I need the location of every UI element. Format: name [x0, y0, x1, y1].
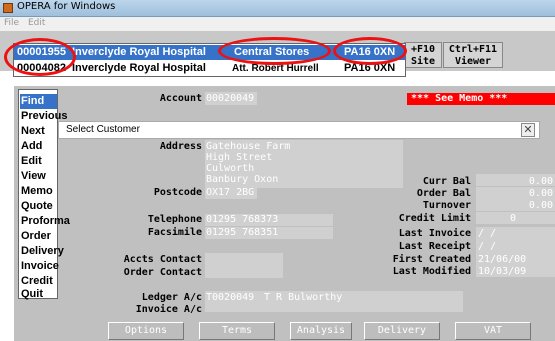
ledger-name: T R Bulworthy [264, 292, 343, 303]
customer-postcode: PA16 0XN [344, 46, 396, 58]
balance-label: Last Modified [392, 266, 471, 277]
delivery-button[interactable]: Delivery [364, 322, 440, 340]
customer-code: 00004082 [17, 62, 66, 74]
menu-item-next[interactable]: Next [21, 124, 57, 139]
vat-button[interactable]: VAT [455, 322, 531, 340]
customer-row[interactable]: 00004082 Inverclyde Royal Hospital Att. … [14, 61, 405, 76]
postcode-value: OX17 2BG [206, 187, 255, 198]
customer-dropdown: 00001955 Inverclyde Royal Hospital Centr… [13, 43, 406, 77]
postcode-label: Postcode [153, 187, 202, 198]
account-label: Account [159, 93, 202, 104]
fkey-bottom-label: Site [410, 56, 436, 67]
fkey-top-label: Ctrl+F11 [448, 44, 498, 55]
balance-value: / / [478, 241, 497, 252]
dialog-title: Select Customer [66, 124, 140, 135]
menu-item-previous[interactable]: Previous [21, 109, 67, 124]
menu-file[interactable]: File [4, 18, 19, 28]
memo-alert: *** See Memo *** [407, 93, 555, 105]
ledger-code: T0020049 [206, 292, 255, 303]
menu-item-quit[interactable]: Quit [21, 287, 57, 302]
fkey-bottom-label: Viewer [454, 56, 492, 67]
menu-item-quote[interactable]: Quote [21, 199, 57, 214]
menu-item-delivery[interactable]: Delivery [21, 244, 64, 259]
close-icon[interactable]: ✕ [521, 123, 535, 137]
balance-label: Turnover [422, 200, 471, 211]
customer-row[interactable]: 00001955 Inverclyde Royal Hospital Centr… [14, 45, 405, 60]
account-value: 00020049 [206, 93, 255, 104]
customer-contact: Att. Robert Hurrell [232, 63, 319, 74]
terms-button[interactable]: Terms [199, 322, 275, 340]
menu-item-edit[interactable]: Edit [21, 154, 57, 169]
menu-item-memo[interactable]: Memo [21, 184, 57, 199]
balance-value: 0.00 [528, 176, 553, 187]
menu-item-order[interactable]: Order [21, 229, 57, 244]
customer-code: 00001955 [17, 46, 66, 58]
address-line: Gatehouse Farm [206, 141, 291, 152]
analysis-button[interactable]: Analysis [290, 322, 352, 340]
order-contact-label: Order Contact [123, 267, 202, 278]
facsimile-label: Facsimile [147, 227, 202, 238]
invoice-label: Invoice A/c [135, 304, 202, 315]
balance-value: / / [478, 228, 497, 239]
menu-item-find[interactable]: Find [20, 94, 57, 109]
balance-value: 0.00 [528, 188, 553, 199]
address-label: Address [159, 141, 202, 152]
options-button[interactable]: Options [108, 322, 184, 340]
menu-edit[interactable]: Edit [28, 18, 45, 28]
fkey-top-label: +F10 [410, 44, 436, 55]
menu-item-proforma[interactable]: Proforma [21, 214, 70, 229]
address-line: Culworth [206, 163, 255, 174]
balance-label: Order Bal [416, 188, 471, 199]
customer-contact: Central Stores [234, 46, 310, 58]
menu-item-add[interactable]: Add [21, 139, 57, 154]
window-title: OPERA for Windows [17, 1, 116, 12]
site-fkey-button[interactable]: +F10 Site [404, 42, 442, 68]
address-line: Banbury Oxon [206, 174, 279, 185]
menu-bar: File Edit [0, 17, 555, 31]
facsimile-value: 01295 768351 [206, 227, 279, 238]
menu-item-invoice[interactable]: Invoice [21, 259, 59, 274]
command-menu: Find Previous Next Add Edit View Memo Qu… [18, 89, 70, 302]
balance-label: Last Receipt [398, 241, 471, 252]
telephone-label: Telephone [147, 214, 202, 225]
select-customer-dialog: Select Customer ✕ [58, 121, 540, 139]
balance-label: Last Invoice [398, 228, 471, 239]
balance-value: 21/06/00 [478, 254, 527, 265]
balance-label: First Created [392, 254, 471, 265]
balance-label: Credit Limit [398, 213, 471, 224]
contact-fields[interactable] [205, 253, 283, 278]
customer-postcode: PA16 0XN [344, 62, 396, 74]
balance-label: Curr Bal [422, 176, 471, 187]
viewer-fkey-button[interactable]: Ctrl+F11 Viewer [443, 42, 503, 68]
customer-name: Inverclyde Royal Hospital [72, 46, 206, 58]
menu-item-view[interactable]: View [21, 169, 57, 184]
title-bar: OPERA for Windows [0, 0, 555, 17]
telephone-value: 01295 768373 [206, 214, 279, 225]
balance-value: 0.00 [528, 200, 553, 211]
address-line: High Street [206, 152, 273, 163]
customer-name: Inverclyde Royal Hospital [72, 62, 206, 74]
balance-value: 0 [509, 213, 516, 224]
ledger-label: Ledger A/c [141, 292, 202, 303]
accts-contact-label: Accts Contact [123, 254, 202, 265]
app-icon [3, 3, 13, 13]
balance-value: 10/03/09 [478, 266, 527, 277]
